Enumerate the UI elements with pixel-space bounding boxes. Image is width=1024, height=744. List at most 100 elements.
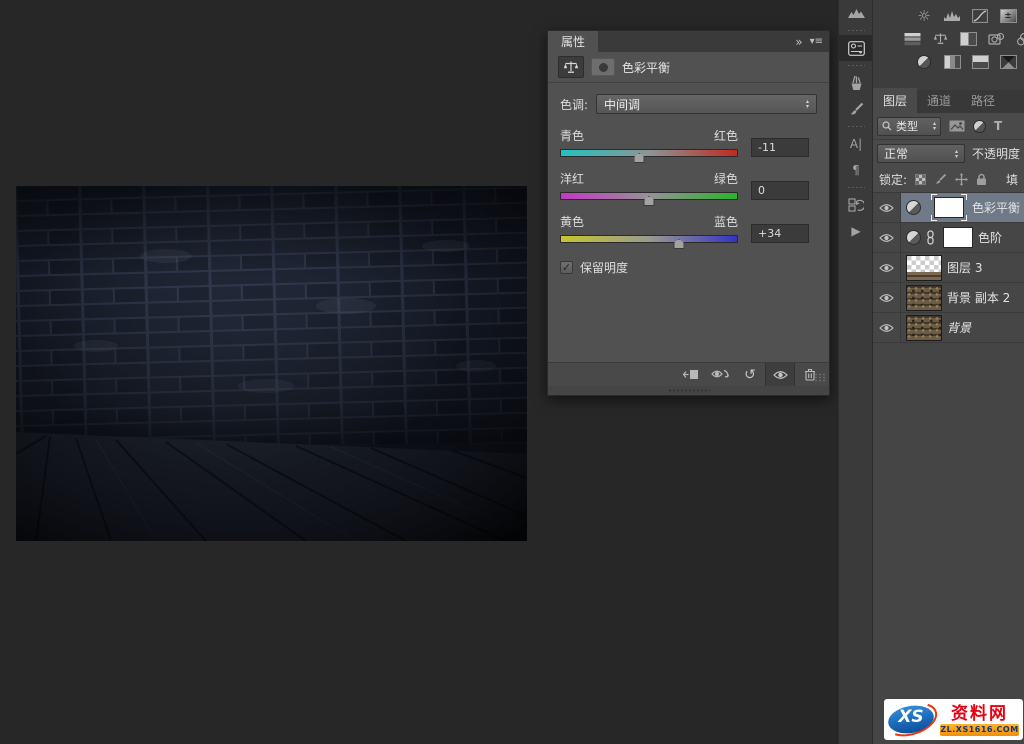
watermark: XS 资料网 ZL.XS1616.COM [884, 699, 1023, 740]
cyan-red-slider-group: 青色 红色 -11 [560, 127, 817, 157]
layer-thumbnail[interactable] [906, 255, 942, 281]
tab-channels[interactable]: 通道 [917, 88, 961, 113]
magenta-green-track[interactable] [560, 192, 738, 200]
actions-panel-icon[interactable]: ▶ [839, 218, 873, 244]
brightness-contrast-icon[interactable]: ☼ [913, 6, 935, 25]
dock-separator[interactable] [839, 61, 872, 70]
lock-image-icon[interactable] [934, 173, 947, 186]
lock-row: 锁定: 填 [873, 167, 1024, 193]
layer-row-levels[interactable]: 色阶 [873, 223, 1024, 253]
filter-type-select[interactable]: 类型 ▴▾ [877, 117, 941, 136]
invert-icon[interactable] [913, 52, 935, 71]
layer-visibility-toggle[interactable] [873, 283, 901, 312]
layer-thumbnail[interactable] [906, 285, 942, 311]
black-white-icon[interactable] [957, 29, 979, 48]
history-panel-icon[interactable] [839, 192, 873, 218]
adjustments-panel: ☼ ± [873, 0, 1024, 90]
magenta-green-thumb[interactable] [644, 196, 655, 206]
layer-visibility-toggle[interactable] [873, 223, 901, 252]
eye-icon [879, 323, 894, 333]
document-canvas[interactable] [16, 186, 527, 541]
color-balance-icon [558, 56, 584, 78]
character-panel-icon[interactable]: A| [839, 131, 873, 157]
properties-body: 色调: 中间调 ▴▾ 青色 红色 -11 洋红 绿 [548, 83, 829, 362]
dock-separator[interactable] [839, 122, 872, 131]
filter-adjustment-layers-icon[interactable] [973, 120, 986, 133]
channel-mixer-icon[interactable] [1013, 29, 1024, 48]
layer-row-color-balance[interactable]: 色彩平衡 [873, 193, 1024, 223]
hue-saturation-icon[interactable] [901, 29, 923, 48]
adjustment-title: 色彩平衡 [622, 59, 670, 76]
properties-panel-icon[interactable] [839, 35, 873, 61]
panel-icon-dock: A| ¶ ▶ [838, 0, 872, 744]
layer-name[interactable]: 背景 [947, 319, 971, 336]
clip-mask-icon[interactable] [591, 58, 615, 76]
blue-label: 蓝色 [714, 213, 738, 230]
yellow-blue-slider-group: 黄色 蓝色 +34 [560, 213, 817, 243]
photo-filter-icon[interactable] [985, 29, 1007, 48]
adjustment-layer-icon [906, 230, 921, 245]
layer-name[interactable]: 色彩平衡 [972, 199, 1020, 216]
layers-empty-area [873, 343, 1024, 744]
layer-row-background-copy2[interactable]: 背景 副本 2 [873, 283, 1024, 313]
layer-mask-thumbnail[interactable] [934, 197, 964, 218]
layer-visibility-toggle[interactable] [873, 313, 901, 342]
layer-name[interactable]: 背景 副本 2 [947, 289, 1010, 306]
clip-to-layer-button[interactable] [675, 363, 705, 387]
dock-separator[interactable] [839, 183, 872, 192]
color-balance-icon-small[interactable] [929, 29, 951, 48]
exposure-icon[interactable]: ± [997, 6, 1019, 25]
threshold-icon[interactable] [969, 52, 991, 71]
collapse-panel-icon[interactable]: » [795, 35, 801, 49]
yellow-blue-value[interactable]: +34 [751, 224, 809, 243]
layer-filter-row: 类型 ▴▾ T [873, 113, 1024, 140]
view-previous-state-button[interactable] [705, 363, 735, 387]
properties-panel: 属性 » ▾≡ 色彩平衡 色调: 中间调 ▴▾ [547, 30, 830, 396]
preserve-luminosity-checkbox[interactable]: ✓ [560, 261, 573, 274]
tab-paths[interactable]: 路径 [961, 88, 1005, 113]
filter-pixel-layers-icon[interactable] [949, 120, 965, 132]
levels-icon[interactable] [941, 6, 963, 25]
yellow-blue-track[interactable] [560, 235, 738, 243]
lock-position-icon[interactable] [955, 173, 968, 186]
tone-select[interactable]: 中间调 ▴▾ [596, 94, 817, 114]
toggle-visibility-button[interactable] [765, 363, 795, 387]
blend-mode-select[interactable]: 正常 ▴▾ [877, 144, 965, 163]
lock-transparency-icon[interactable] [915, 174, 926, 185]
curves-icon[interactable] [969, 6, 991, 25]
lock-all-icon[interactable] [976, 173, 987, 186]
reset-adjustment-button[interactable]: ↺ [735, 363, 765, 387]
cyan-red-value[interactable]: -11 [751, 138, 809, 157]
brush-presets-panel-icon[interactable] [839, 70, 873, 96]
watermark-logo: XS [887, 703, 937, 737]
cyan-red-thumb[interactable] [634, 153, 645, 163]
panel-resize-grip[interactable] [548, 386, 829, 395]
layer-mask-thumbnail[interactable] [943, 227, 973, 248]
magenta-green-value[interactable]: 0 [751, 181, 809, 200]
select-arrows-icon: ▴▾ [933, 121, 936, 131]
panel-corner-grip[interactable] [814, 373, 826, 383]
panel-menu-icon[interactable]: ▾≡ [810, 36, 823, 47]
layer-name[interactable]: 图层 3 [947, 259, 982, 276]
tab-properties[interactable]: 属性 [548, 31, 598, 52]
yellow-blue-thumb[interactable] [673, 239, 684, 249]
brush-settings-panel-icon[interactable] [839, 96, 873, 122]
yellow-label: 黄色 [560, 213, 584, 230]
paragraph-panel-icon[interactable]: ¶ [839, 157, 873, 183]
tab-layers[interactable]: 图层 [873, 88, 917, 113]
layer-visibility-toggle[interactable] [873, 253, 901, 282]
filter-type-layers-icon[interactable]: T [994, 119, 1002, 133]
histogram-panel-icon[interactable] [839, 0, 873, 26]
right-panel: ☼ ± [872, 0, 1024, 744]
eye-icon [879, 263, 894, 273]
posterize-icon[interactable] [941, 52, 963, 71]
layer-name[interactable]: 色阶 [978, 229, 1002, 246]
cyan-red-track[interactable] [560, 149, 738, 157]
search-icon [882, 121, 892, 131]
layer-visibility-toggle[interactable] [873, 193, 901, 222]
gradient-map-icon[interactable] [997, 52, 1019, 71]
dock-separator[interactable] [839, 26, 872, 35]
layer-row-layer3[interactable]: 图层 3 [873, 253, 1024, 283]
layer-row-background[interactable]: 背景 [873, 313, 1024, 343]
layer-thumbnail[interactable] [906, 315, 942, 341]
